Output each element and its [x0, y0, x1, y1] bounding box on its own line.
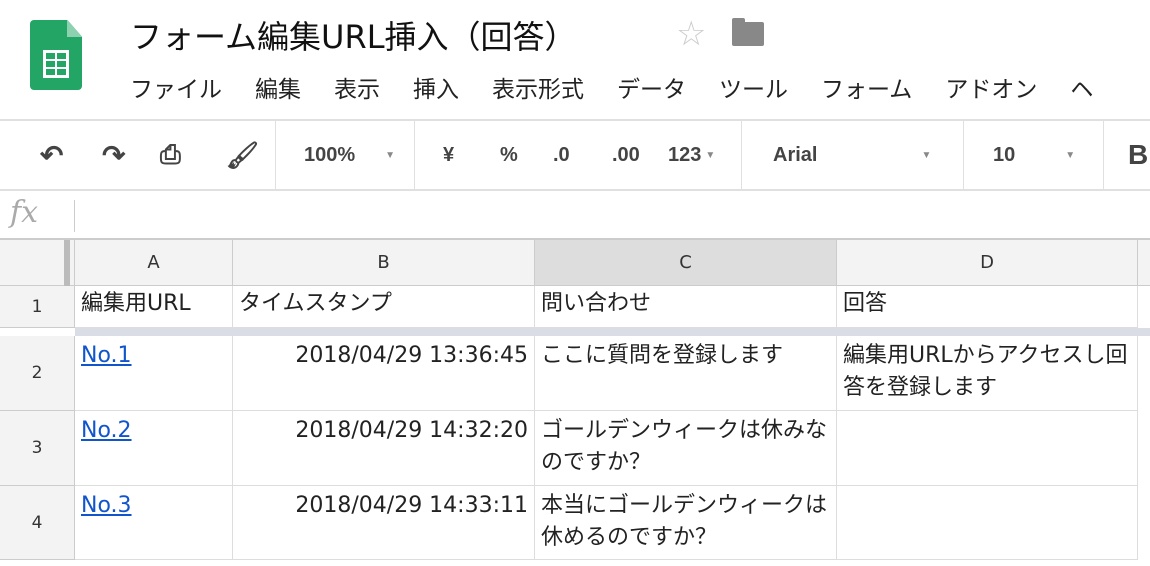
undo-icon[interactable]: ↶: [40, 121, 63, 189]
font-select[interactable]: Arial ▼: [773, 121, 931, 189]
menu-bar: ファイル 編集 表示 挿入 表示形式 データ ツール フォーム アドオン ヘ: [130, 70, 1150, 104]
cell-a3[interactable]: No.2: [75, 411, 233, 486]
menu-tools[interactable]: ツール: [719, 70, 788, 104]
cell-c3[interactable]: ゴールデンウィークは休みなのですか？: [535, 411, 837, 486]
cell-b1[interactable]: タイムスタンプ: [233, 286, 535, 328]
spreadsheet-grid: A B C D 1 編集用URL タイムスタンプ 問い合わせ 回答 2 No.1…: [0, 238, 1150, 566]
menu-form[interactable]: フォーム: [821, 70, 912, 104]
row-header-4[interactable]: 4: [0, 486, 75, 560]
cell-c2[interactable]: ここに質問を登録します: [535, 336, 837, 411]
formula-divider: [74, 200, 75, 232]
menu-format[interactable]: 表示形式: [492, 70, 584, 104]
cell-d3[interactable]: [837, 411, 1138, 486]
cell-d4[interactable]: [837, 486, 1138, 560]
decrease-decimal-button[interactable]: .0: [553, 121, 570, 189]
edit-url-link[interactable]: No.1: [81, 343, 132, 368]
formula-input[interactable]: [84, 198, 1144, 234]
row-header-2[interactable]: 2: [0, 336, 75, 411]
edit-url-link[interactable]: No.2: [81, 418, 132, 443]
star-icon[interactable]: ☆: [676, 14, 706, 54]
row-header-3[interactable]: 3: [0, 411, 75, 486]
print-icon[interactable]: ⎙: [160, 121, 181, 189]
font-size-select[interactable]: 10 ▼: [993, 121, 1075, 189]
zoom-select[interactable]: 100% ▼: [304, 121, 395, 189]
bold-button[interactable]: B: [1128, 121, 1148, 189]
toolbar: ↶ ↷ ⎙ 🖌 100% ▼ ¥ % .0 .00 123 ▼ Arial ▼ 10 ▼…: [0, 119, 1150, 191]
cell-a4[interactable]: No.3: [75, 486, 233, 560]
column-header-e[interactable]: [1138, 240, 1150, 286]
column-header-d[interactable]: D: [837, 240, 1138, 286]
percent-button[interactable]: %: [500, 121, 518, 189]
cell-c4[interactable]: 本当にゴールデンウィークは休めるのですか？: [535, 486, 837, 560]
menu-help[interactable]: ヘ: [1070, 70, 1093, 104]
cell-b4[interactable]: 2018/04/29 14:33:11: [233, 486, 535, 560]
column-header-c[interactable]: C: [535, 240, 837, 286]
font-size-value: 10: [993, 143, 1016, 166]
select-all-corner[interactable]: [0, 240, 75, 286]
increase-decimal-button[interactable]: .00: [612, 121, 640, 189]
menu-data[interactable]: データ: [617, 70, 686, 104]
menu-edit[interactable]: 編集: [255, 70, 301, 104]
fx-icon: fx: [10, 195, 39, 230]
cell-c1[interactable]: 問い合わせ: [535, 286, 837, 328]
edit-url-link[interactable]: No.3: [81, 493, 132, 518]
cell-a2[interactable]: No.1: [75, 336, 233, 411]
redo-icon[interactable]: ↷: [102, 121, 125, 189]
menu-view[interactable]: 表示: [334, 70, 380, 104]
column-header-b[interactable]: B: [233, 240, 535, 286]
menu-insert[interactable]: 挿入: [413, 70, 459, 104]
frozen-row-divider[interactable]: [75, 328, 1150, 336]
number-format-select[interactable]: 123 ▼: [668, 121, 715, 189]
document-title[interactable]: フォーム編集URL挿入（回答）: [130, 12, 577, 58]
menu-addons[interactable]: アドオン: [945, 70, 1037, 104]
column-header-a[interactable]: A: [75, 240, 233, 286]
folder-icon[interactable]: [732, 18, 764, 46]
number-format-value: 123: [668, 143, 702, 166]
zoom-value: 100%: [304, 143, 356, 166]
currency-button[interactable]: ¥: [443, 121, 454, 189]
cell-a1[interactable]: 編集用URL: [75, 286, 233, 328]
row-header-1[interactable]: 1: [0, 286, 75, 328]
menu-file[interactable]: ファイル: [130, 70, 222, 104]
cell-b3[interactable]: 2018/04/29 14:32:20: [233, 411, 535, 486]
cell-d1[interactable]: 回答: [837, 286, 1138, 328]
cell-b2[interactable]: 2018/04/29 13:36:45: [233, 336, 535, 411]
paint-format-icon[interactable]: 🖌: [226, 121, 259, 189]
sheets-logo[interactable]: [30, 20, 82, 90]
cell-d2[interactable]: 編集用URLからアクセスし回答を登録します: [837, 336, 1138, 411]
font-value: Arial: [773, 143, 818, 166]
